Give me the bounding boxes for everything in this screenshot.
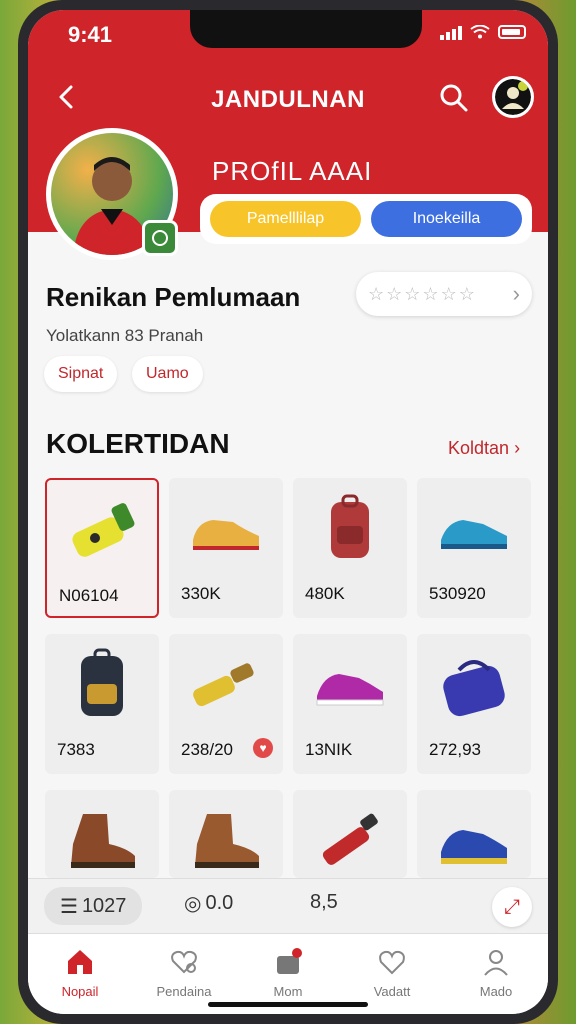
product-card[interactable]: 480K <box>293 478 407 618</box>
product-card[interactable] <box>417 790 531 878</box>
summary-rating-value: 8,5 <box>310 891 338 913</box>
summary-bar: ☰ 1027 ◎ 0.0 8,5 ⤢ <box>28 878 548 934</box>
flashlight-icon <box>311 804 389 876</box>
sneaker-icon <box>435 492 513 564</box>
star-icon: ☆ <box>458 283 475 304</box>
flashlight-icon <box>187 648 265 720</box>
star-icon: ☆ <box>440 283 457 304</box>
backpack-icon <box>63 648 141 720</box>
chip-filter-1[interactable]: Sipnat <box>44 356 118 392</box>
product-price: 7383 <box>57 740 95 759</box>
user-avatar[interactable] <box>492 76 534 118</box>
tab-home[interactable]: Nopail <box>28 934 132 1014</box>
shoe-icon <box>187 492 265 564</box>
bag-icon <box>435 648 513 720</box>
product-card[interactable]: 272,93 <box>417 634 531 774</box>
product-card[interactable] <box>45 790 159 878</box>
favorite-badge-icon[interactable]: ♥ <box>253 738 273 758</box>
collection-link-label: Koldtan <box>448 438 510 458</box>
profile-title: PROfIL AAAI <box>212 156 373 186</box>
heart-icon <box>379 950 405 975</box>
tab-label: Vadatt <box>373 984 411 999</box>
home-icon <box>68 950 92 974</box>
boot-icon <box>187 804 265 876</box>
share-icon: ⤢ <box>504 895 520 918</box>
heart-search-icon <box>171 950 197 974</box>
home-indicator <box>208 1002 368 1007</box>
product-price: 13NIK <box>305 740 353 759</box>
user-icon <box>484 950 508 976</box>
bag-notification-icon <box>277 948 302 974</box>
product-price: 530920 <box>429 584 486 603</box>
device-notch <box>190 10 422 48</box>
primary-action-button[interactable]: Pamelllilap <box>210 201 361 237</box>
battery-icon <box>498 25 526 39</box>
product-card[interactable]: 238/20 ♥ <box>169 634 283 774</box>
app-screen: 9:41 JANDULNAN PROfIL AAAI Pamelllilap I… <box>28 10 548 1014</box>
product-price: N06104 <box>59 586 119 605</box>
sneaker-icon <box>435 804 513 876</box>
product-card[interactable]: 13NIK <box>293 634 407 774</box>
product-price: 238/20 <box>181 740 233 759</box>
tab-label: Nopail <box>61 984 99 999</box>
product-price: 330K <box>181 584 221 603</box>
rating-selector[interactable]: ☆ ☆ ☆ ☆ ☆ ☆ › <box>356 272 532 316</box>
tab-label: Mom <box>273 984 303 999</box>
summary-count[interactable]: ☰ 1027 <box>44 887 143 925</box>
tab-profile[interactable]: Mado <box>444 934 548 1014</box>
list-icon: ☰ <box>60 895 78 918</box>
backpack-icon <box>311 492 389 564</box>
tab-label: Pendaina <box>156 984 212 999</box>
star-icon: ☆ <box>422 283 439 304</box>
summary-balance-value: 0.0 <box>205 892 234 914</box>
verified-badge-icon <box>142 220 178 256</box>
sneaker-icon <box>311 648 389 720</box>
summary-rating: 8,5 <box>310 891 338 914</box>
product-card[interactable]: 530920 <box>417 478 531 618</box>
section-subtitle: Yolatkann 83 Pranah <box>46 326 204 345</box>
chip-filter-2[interactable]: Uamo <box>132 356 203 392</box>
secondary-action-button[interactable]: Inoekeilla <box>371 201 522 237</box>
star-icon: ☆ <box>386 283 403 304</box>
status-time: 9:41 <box>68 22 113 47</box>
bottle-icon <box>65 494 143 566</box>
share-action-button[interactable]: ⤢ <box>492 887 532 927</box>
summary-count-value: 1027 <box>81 894 127 917</box>
product-card[interactable]: 330K <box>169 478 283 618</box>
collection-see-all-link[interactable]: Koldtan › <box>448 438 520 459</box>
signal-icon <box>440 24 462 40</box>
star-icon: ☆ <box>368 283 385 304</box>
boot-icon <box>63 804 141 876</box>
product-card[interactable]: N06104 <box>45 478 159 618</box>
product-price: 480K <box>305 584 345 603</box>
search-icon[interactable] <box>438 82 470 114</box>
product-price: 272,93 <box>429 740 481 759</box>
tab-label: Mado <box>479 984 513 999</box>
chevron-right-icon: › <box>512 281 520 306</box>
profile-actions: Pamelllilap Inoekeilla <box>200 194 532 244</box>
avatar-icon <box>495 79 531 115</box>
product-card[interactable] <box>169 790 283 878</box>
page-title: JANDULNAN <box>211 86 365 113</box>
product-card[interactable] <box>293 790 407 878</box>
star-icon: ☆ <box>404 283 421 304</box>
phone-frame: 9:41 JANDULNAN PROfIL AAAI Pamelllilap I… <box>18 0 558 1024</box>
status-icons <box>440 24 526 40</box>
collection-title: KOLERTIDAN <box>46 428 230 459</box>
section-title: Renikan Pemlumaan <box>46 282 301 312</box>
wifi-icon <box>470 25 490 39</box>
coin-icon: ◎ <box>184 893 202 915</box>
summary-balance: ◎ 0.0 <box>184 891 233 916</box>
product-card[interactable]: 7383 <box>45 634 159 774</box>
